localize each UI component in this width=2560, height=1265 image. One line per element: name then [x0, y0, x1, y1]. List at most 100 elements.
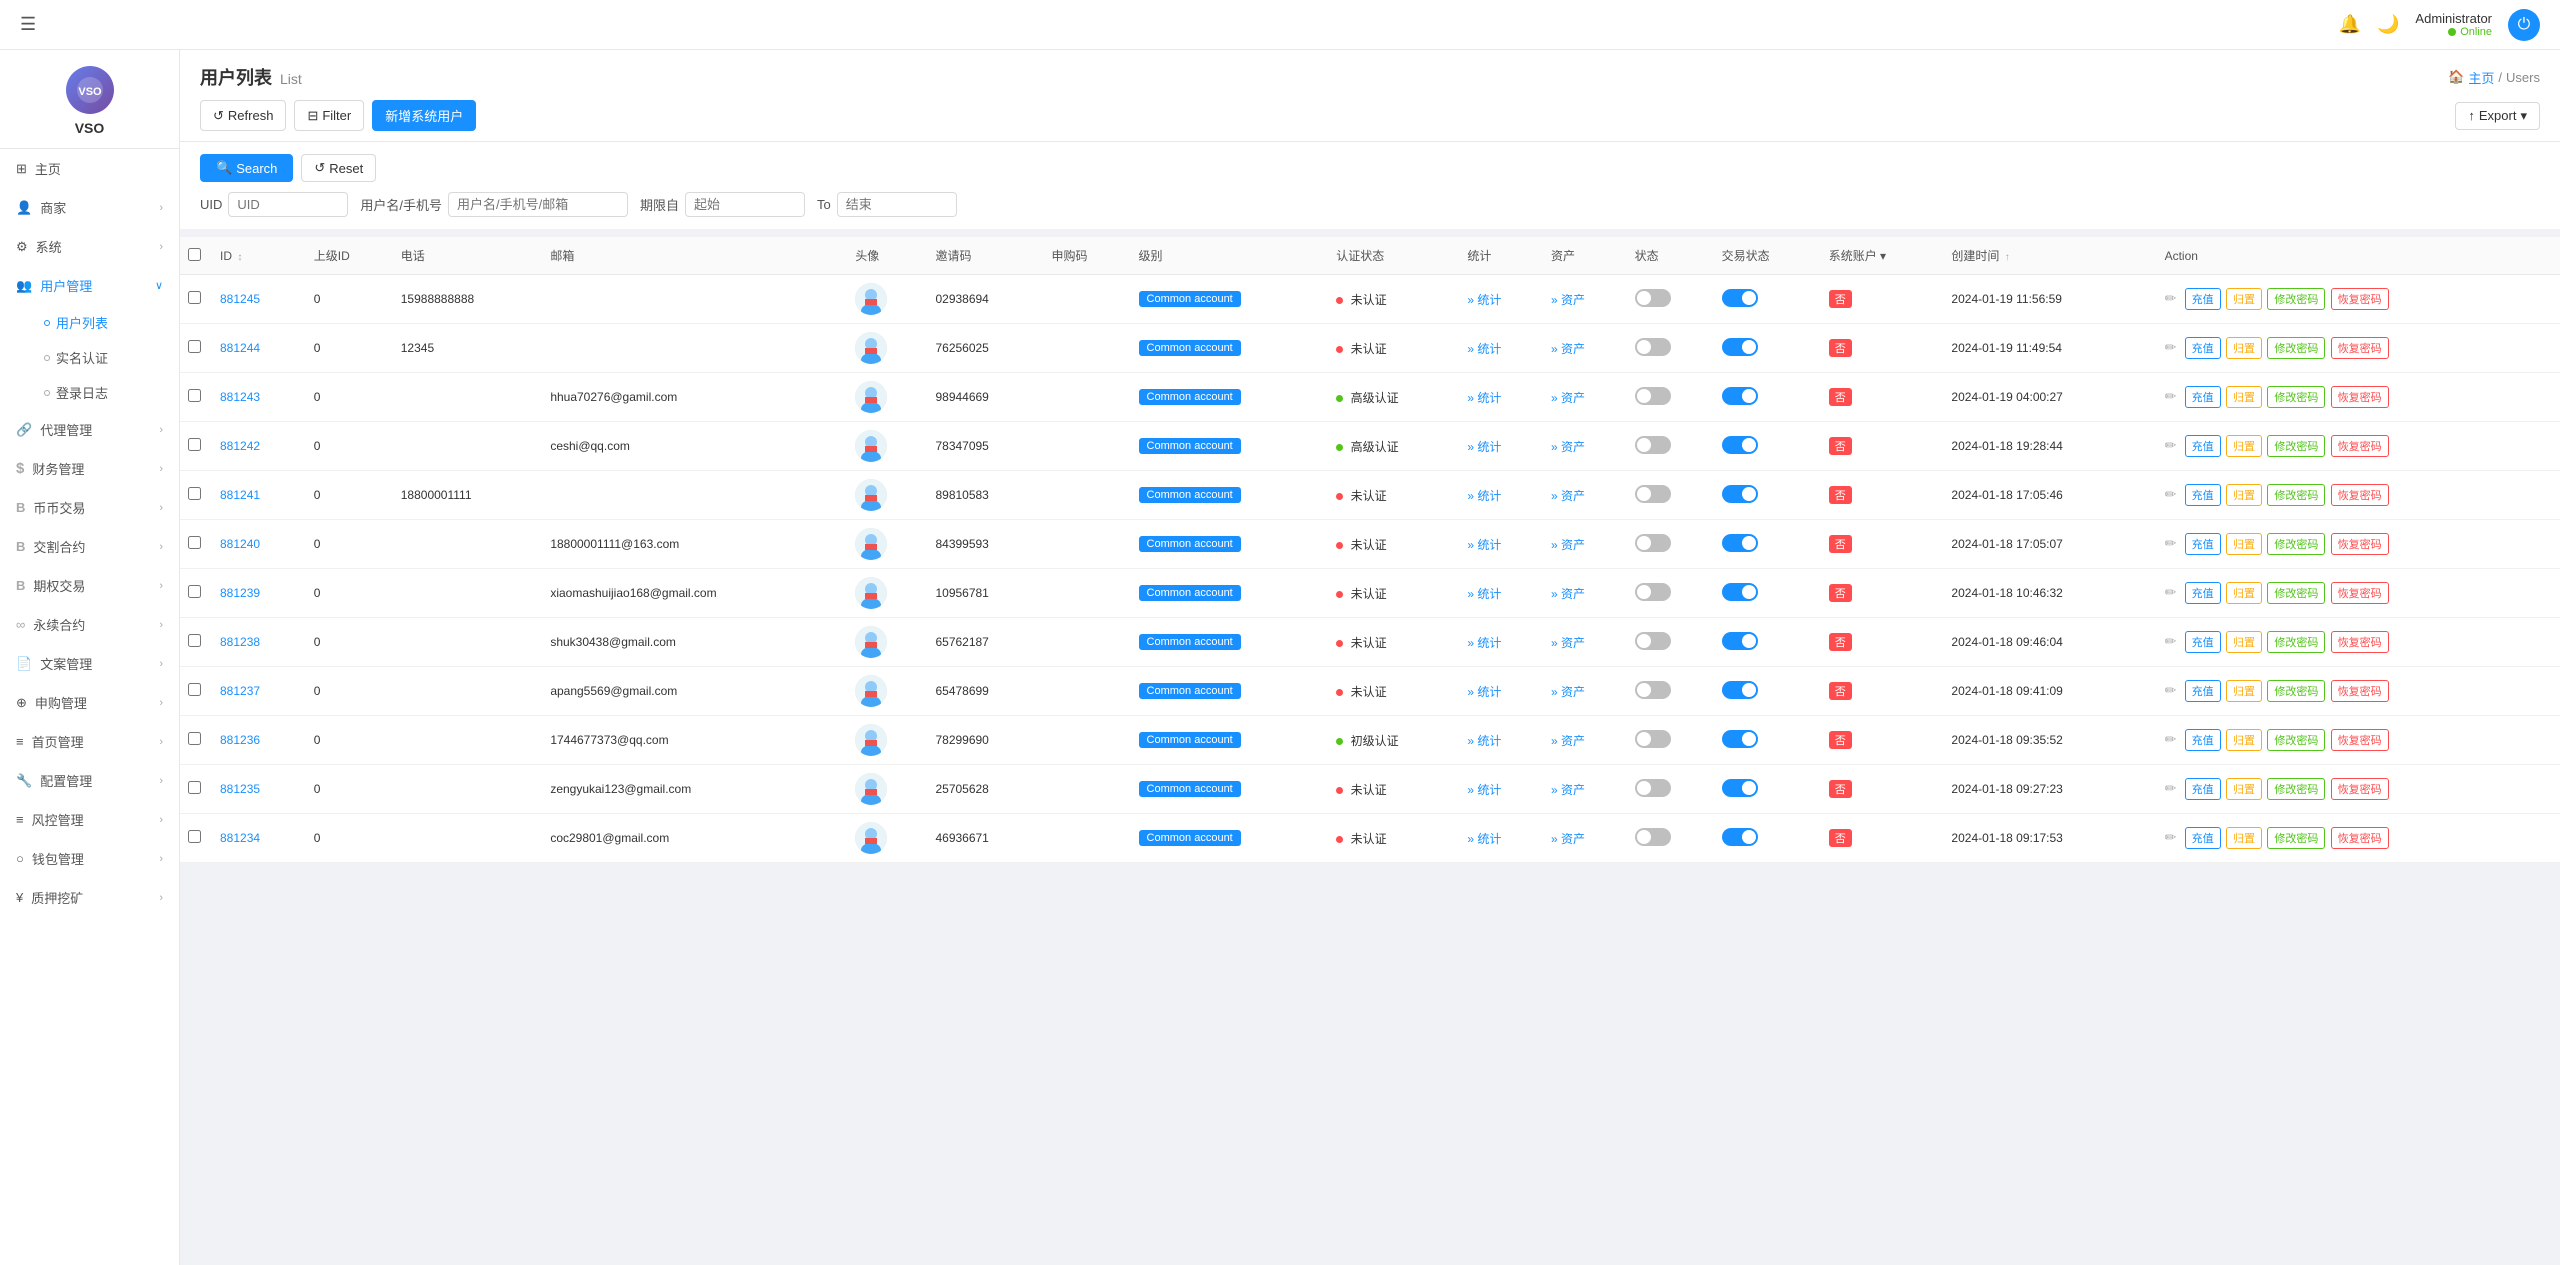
row-checkbox-4[interactable]	[188, 487, 201, 500]
sidebar-item-wallet[interactable]: ○ 钱包管理 ›	[0, 839, 179, 878]
start-date-input[interactable]	[685, 192, 805, 217]
filter-button[interactable]: ⊟ Filter	[294, 100, 364, 131]
th-created-time[interactable]: 创建时间 ↑	[1943, 237, 2156, 275]
restore-pw-btn-5[interactable]: 恢复密码	[2331, 533, 2389, 555]
sidebar-item-mining[interactable]: ¥ 质押挖矿 ›	[0, 878, 179, 917]
cell-stats[interactable]: » 统计	[1459, 275, 1543, 324]
row-checkbox-2[interactable]	[188, 389, 201, 402]
sidebar-item-contract[interactable]: B 交割合约 ›	[0, 527, 179, 566]
cell-state[interactable]	[1627, 520, 1714, 569]
edit-icon-11[interactable]: ✏	[2165, 829, 2177, 845]
edit-icon-3[interactable]: ✏	[2165, 437, 2177, 453]
cell-assets[interactable]: » 资产	[1543, 324, 1627, 373]
silence-btn-4[interactable]: 归置	[2226, 484, 2262, 506]
silence-btn-6[interactable]: 归置	[2226, 582, 2262, 604]
silence-btn-10[interactable]: 归置	[2226, 778, 2262, 800]
sidebar-item-content[interactable]: 📄 文案管理 ›	[0, 644, 179, 683]
cell-assets[interactable]: » 资产	[1543, 814, 1627, 863]
state-toggle-11[interactable]	[1635, 828, 1671, 846]
edit-icon-0[interactable]: ✏	[2165, 290, 2177, 306]
cell-stats[interactable]: » 统计	[1459, 422, 1543, 471]
trade-toggle-7[interactable]	[1722, 632, 1758, 650]
edit-icon-9[interactable]: ✏	[2165, 731, 2177, 747]
cell-state[interactable]	[1627, 618, 1714, 667]
cell-stats[interactable]: » 统计	[1459, 814, 1543, 863]
cell-state[interactable]	[1627, 373, 1714, 422]
edit-icon-4[interactable]: ✏	[2165, 486, 2177, 502]
charge-btn-2[interactable]: 充值	[2185, 386, 2221, 408]
row-checkbox-0[interactable]	[188, 291, 201, 304]
charge-btn-0[interactable]: 充值	[2185, 288, 2221, 310]
sidebar-item-real-name[interactable]: 实名认证	[28, 340, 179, 375]
change-pw-btn-0[interactable]: 修改密码	[2267, 288, 2325, 310]
restore-pw-btn-10[interactable]: 恢复密码	[2331, 778, 2389, 800]
cell-trade-state[interactable]	[1714, 765, 1821, 814]
sidebar-item-home[interactable]: ⊞ 主页	[0, 149, 179, 188]
trade-toggle-0[interactable]	[1722, 289, 1758, 307]
change-pw-btn-6[interactable]: 修改密码	[2267, 582, 2325, 604]
charge-btn-7[interactable]: 充值	[2185, 631, 2221, 653]
cell-state[interactable]	[1627, 324, 1714, 373]
state-toggle-6[interactable]	[1635, 583, 1671, 601]
cell-trade-state[interactable]	[1714, 814, 1821, 863]
row-checkbox-5[interactable]	[188, 536, 201, 549]
sidebar-item-merchant[interactable]: 👤 商家 ›	[0, 188, 179, 227]
sidebar-item-apply[interactable]: ⊕ 申购管理 ›	[0, 683, 179, 722]
state-toggle-1[interactable]	[1635, 338, 1671, 356]
end-date-input[interactable]	[837, 192, 957, 217]
charge-btn-1[interactable]: 充值	[2185, 337, 2221, 359]
cell-assets[interactable]: » 资产	[1543, 765, 1627, 814]
cell-stats[interactable]: » 统计	[1459, 618, 1543, 667]
trade-toggle-3[interactable]	[1722, 436, 1758, 454]
sidebar-item-homepage[interactable]: ≡ 首页管理 ›	[0, 722, 179, 761]
row-checkbox-3[interactable]	[188, 438, 201, 451]
charge-btn-9[interactable]: 充值	[2185, 729, 2221, 751]
sidebar-item-finance[interactable]: $ 财务管理 ›	[0, 449, 179, 488]
restore-pw-btn-7[interactable]: 恢复密码	[2331, 631, 2389, 653]
trade-toggle-1[interactable]	[1722, 338, 1758, 356]
state-toggle-0[interactable]	[1635, 289, 1671, 307]
reset-button[interactable]: ↺ Reset	[301, 154, 376, 182]
row-checkbox-6[interactable]	[188, 585, 201, 598]
cell-trade-state[interactable]	[1714, 569, 1821, 618]
cell-state[interactable]	[1627, 765, 1714, 814]
trade-toggle-10[interactable]	[1722, 779, 1758, 797]
cell-state[interactable]	[1627, 275, 1714, 324]
cell-stats[interactable]: » 统计	[1459, 471, 1543, 520]
sidebar-item-user-mgmt[interactable]: 👥 用户管理 ∨	[0, 266, 179, 305]
charge-btn-5[interactable]: 充值	[2185, 533, 2221, 555]
change-pw-btn-3[interactable]: 修改密码	[2267, 435, 2325, 457]
silence-btn-0[interactable]: 归置	[2226, 288, 2262, 310]
row-checkbox-10[interactable]	[188, 781, 201, 794]
bell-icon[interactable]: 🔔	[2339, 14, 2361, 35]
trade-toggle-5[interactable]	[1722, 534, 1758, 552]
cell-trade-state[interactable]	[1714, 422, 1821, 471]
row-checkbox-11[interactable]	[188, 830, 201, 843]
cell-trade-state[interactable]	[1714, 618, 1821, 667]
restore-pw-btn-0[interactable]: 恢复密码	[2331, 288, 2389, 310]
power-button[interactable]: ⏻	[2508, 9, 2540, 41]
change-pw-btn-4[interactable]: 修改密码	[2267, 484, 2325, 506]
sidebar-item-user-list[interactable]: 用户列表	[28, 305, 179, 340]
th-id[interactable]: ID ↕	[212, 237, 306, 275]
moon-icon[interactable]: 🌙	[2377, 14, 2399, 35]
restore-pw-btn-11[interactable]: 恢复密码	[2331, 827, 2389, 849]
cell-stats[interactable]: » 统计	[1459, 373, 1543, 422]
change-pw-btn-10[interactable]: 修改密码	[2267, 778, 2325, 800]
change-pw-btn-7[interactable]: 修改密码	[2267, 631, 2325, 653]
sidebar-item-system[interactable]: ⚙ 系统 ›	[0, 227, 179, 266]
state-toggle-2[interactable]	[1635, 387, 1671, 405]
silence-btn-11[interactable]: 归置	[2226, 827, 2262, 849]
cell-assets[interactable]: » 资产	[1543, 471, 1627, 520]
sidebar-item-risk[interactable]: ≡ 风控管理 ›	[0, 800, 179, 839]
trade-toggle-11[interactable]	[1722, 828, 1758, 846]
row-checkbox-1[interactable]	[188, 340, 201, 353]
sidebar-item-perpetual[interactable]: ∞ 永续合约 ›	[0, 605, 179, 644]
state-toggle-3[interactable]	[1635, 436, 1671, 454]
row-checkbox-7[interactable]	[188, 634, 201, 647]
row-checkbox-9[interactable]	[188, 732, 201, 745]
edit-icon-5[interactable]: ✏	[2165, 535, 2177, 551]
restore-pw-btn-1[interactable]: 恢复密码	[2331, 337, 2389, 359]
restore-pw-btn-2[interactable]: 恢复密码	[2331, 386, 2389, 408]
trade-toggle-6[interactable]	[1722, 583, 1758, 601]
